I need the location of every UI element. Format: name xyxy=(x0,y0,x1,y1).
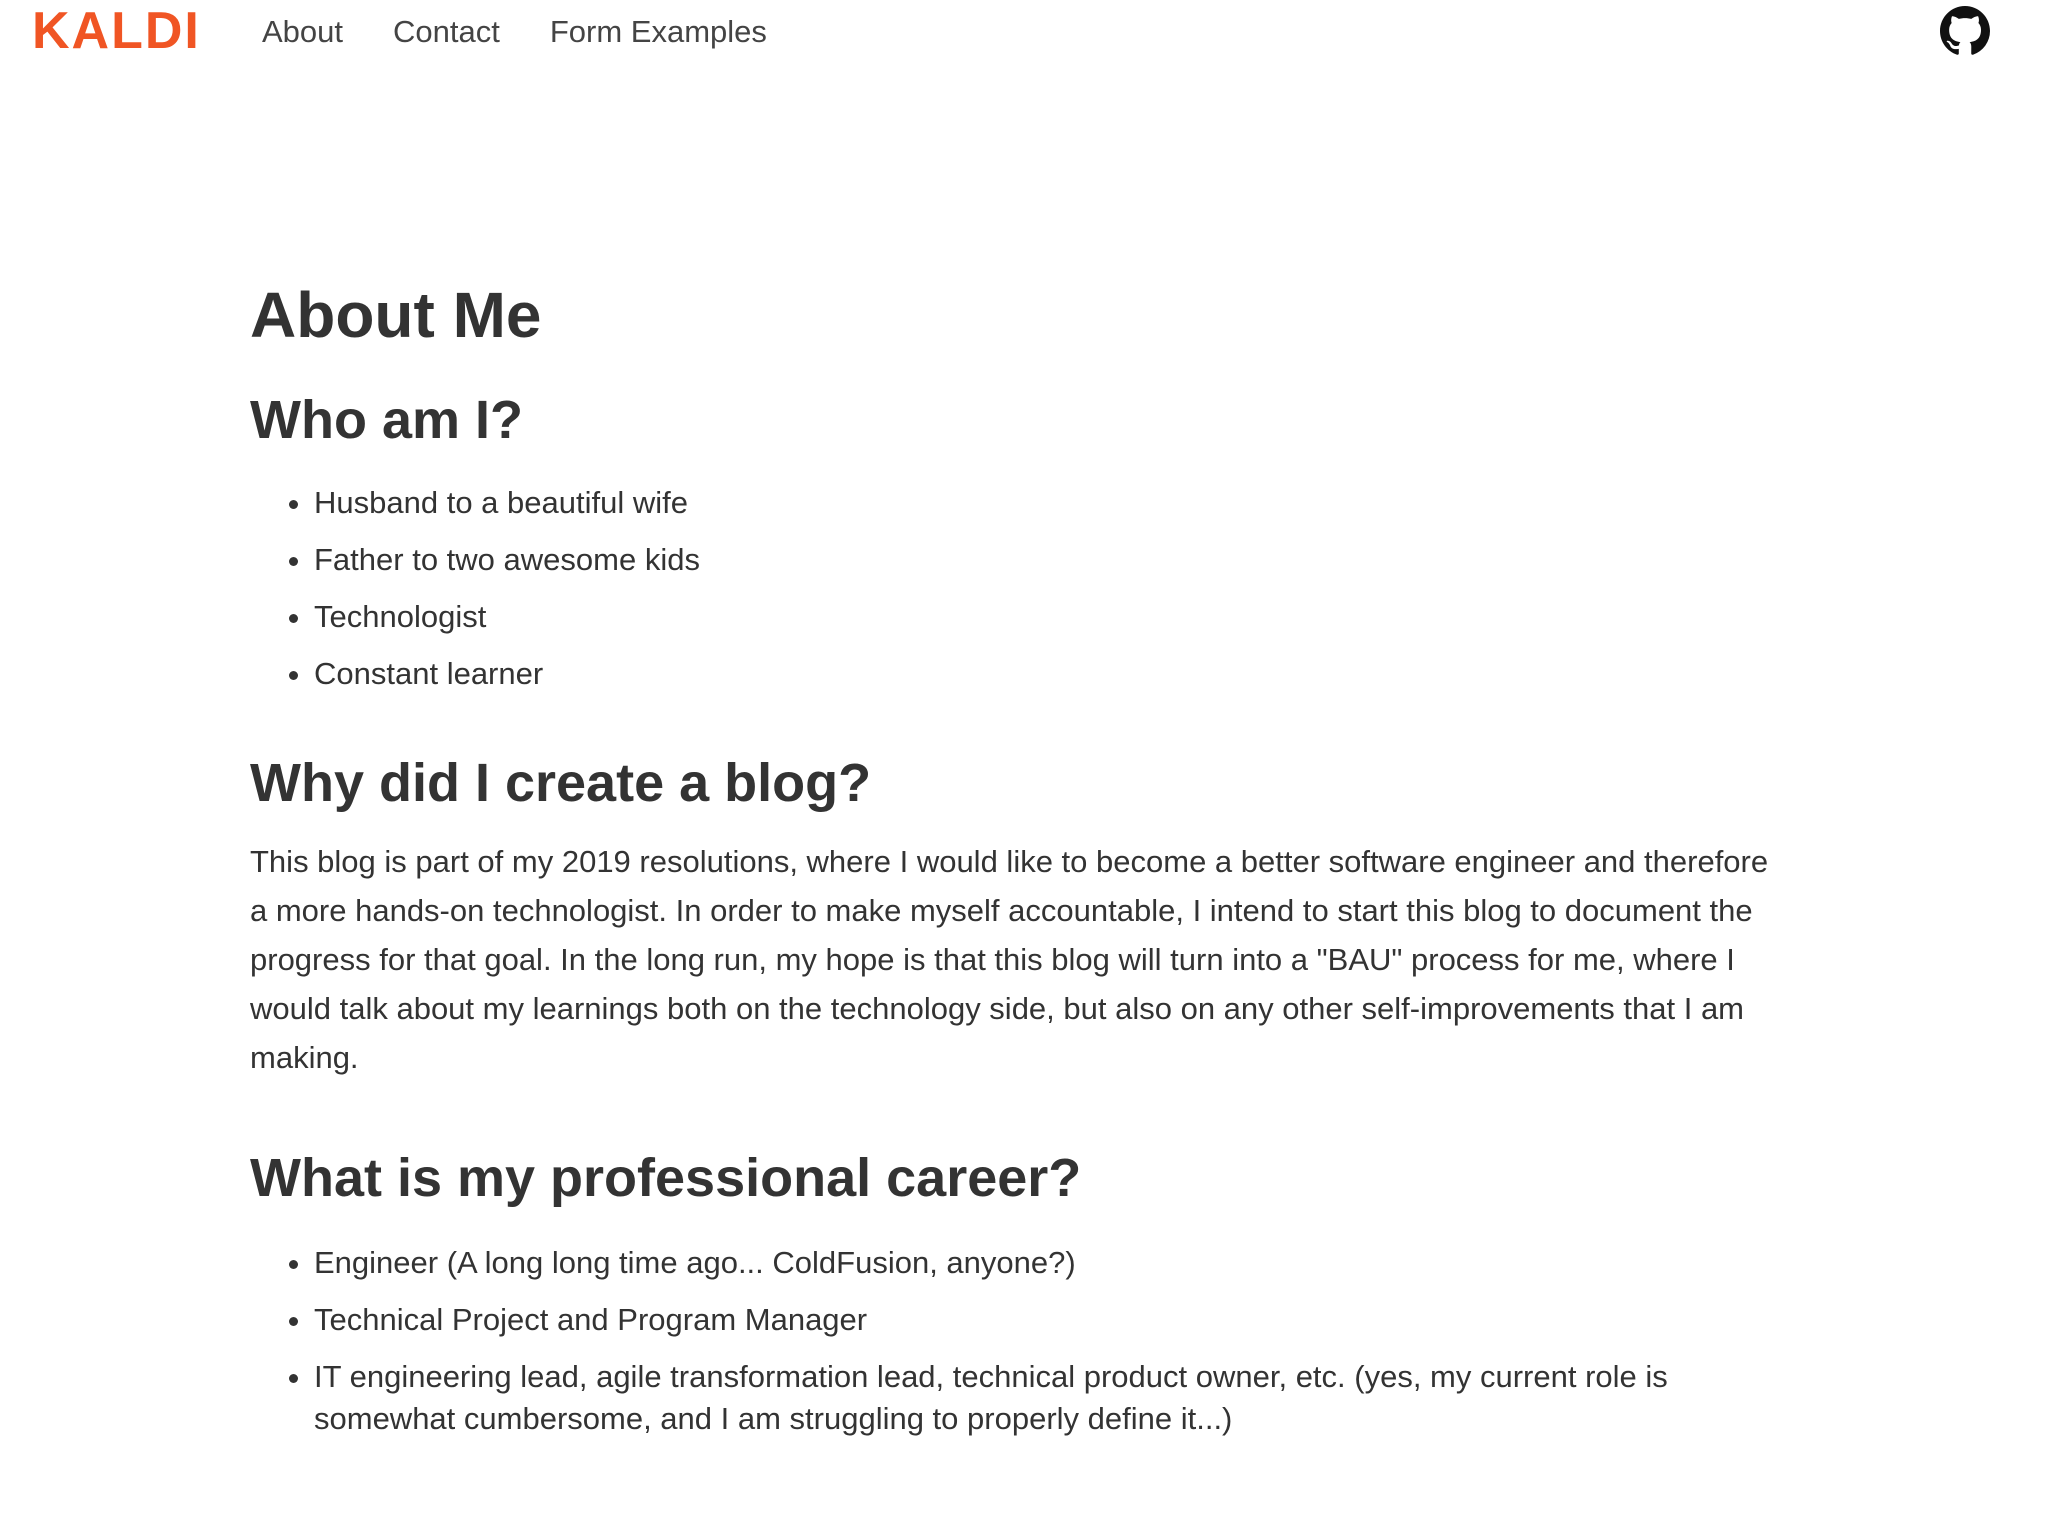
list-item: Husband to a beautiful wife xyxy=(314,482,1790,524)
list-item: Engineer (A long long time ago... ColdFu… xyxy=(314,1242,1790,1284)
github-icon-svg xyxy=(1940,6,1990,55)
main-nav: About Contact Form Examples xyxy=(262,8,767,56)
list-item: Technical Project and Program Manager xyxy=(314,1299,1790,1341)
list-item: Technologist xyxy=(314,596,1790,638)
nav-link-about[interactable]: About xyxy=(262,8,343,56)
nav-link-form-examples[interactable]: Form Examples xyxy=(550,8,767,56)
main-content: About Me Who am I? Husband to a beautifu… xyxy=(250,270,1790,1455)
list-item: Father to two awesome kids xyxy=(314,539,1790,581)
github-icon[interactable] xyxy=(1940,6,1990,56)
list-item: Constant learner xyxy=(314,653,1790,695)
career-list: Engineer (A long long time ago... ColdFu… xyxy=(250,1242,1790,1440)
section-heading-who-am-i: Who am I? xyxy=(250,390,523,450)
list-item: IT engineering lead, agile transformatio… xyxy=(314,1356,1790,1440)
section-heading-career: What is my professional career? xyxy=(250,1148,1082,1208)
who-am-i-list: Husband to a beautiful wife Father to tw… xyxy=(250,482,1790,695)
site-logo[interactable]: KALDI xyxy=(32,2,201,60)
nav-link-contact[interactable]: Contact xyxy=(393,8,500,56)
why-blog-paragraph: This blog is part of my 2019 resolutions… xyxy=(250,844,1769,1075)
section-heading-why-blog: Why did I create a blog? xyxy=(250,753,872,813)
page-title: About Me xyxy=(250,279,542,351)
top-navigation-bar: KALDI About Contact Form Examples xyxy=(0,0,2052,64)
